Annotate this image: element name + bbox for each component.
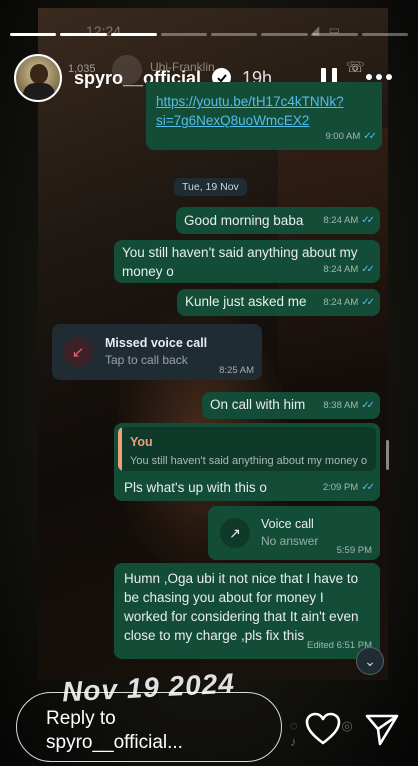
progress-segment — [110, 33, 157, 36]
read-ticks-icon: ✓✓ — [361, 215, 375, 226]
link-url-line1[interactable]: https://youtu.be/tH17c4kTNNk? — [156, 92, 372, 111]
chat-scrollbar[interactable] — [386, 440, 389, 470]
story-viewer: 12:24 ◢ ▭ 1,035 Ubi-Franklin ☏ spyro__of… — [0, 0, 418, 766]
progress-segment — [361, 33, 408, 36]
avatar-head — [30, 64, 48, 84]
heart-icon[interactable] — [305, 712, 341, 746]
message-text-line1: Humn ,Oga ubi it not nice that I have to — [124, 571, 359, 586]
quoted-message[interactable]: You You still haven't said anything abou… — [118, 427, 376, 471]
missed-call-message[interactable]: ↙ Missed voice call Tap to call back 8:2… — [52, 324, 262, 380]
message-meta: 9:00 AM ✓✓ — [325, 127, 377, 146]
message-time: 8:38 AM — [323, 400, 359, 411]
message-text: Pls what's up with this o — [124, 480, 267, 495]
message-bubble[interactable]: Humn ,Oga ubi it not nice that I have to… — [114, 563, 380, 659]
more-options-icon[interactable] — [366, 74, 392, 80]
read-ticks-icon: ✓✓ — [363, 131, 377, 142]
read-ticks-icon: ✓✓ — [361, 482, 375, 493]
reply-placeholder-line1: Reply to — [46, 708, 116, 729]
avatar-body — [23, 83, 55, 100]
progress-segment — [160, 33, 207, 36]
missed-call-icon: ↙ — [63, 337, 93, 367]
missed-call-subtitle[interactable]: Tap to call back — [105, 353, 188, 367]
reply-placeholder-line2: spyro__official... — [46, 732, 183, 753]
message-time: 8:24 AM — [323, 215, 359, 226]
missed-call-time: 8:25 AM — [219, 365, 254, 376]
date-chip: Tue, 19 Nov — [174, 178, 247, 196]
read-ticks-icon: ✓✓ — [361, 264, 375, 275]
message-time: 8:24 AM — [323, 297, 359, 308]
link-message[interactable]: https://youtu.be/tH17c4kTNNk? si=7g6NexQ… — [146, 82, 382, 150]
message-meta: 8:24 AM ✓✓ — [323, 260, 375, 279]
progress-segment — [261, 33, 308, 36]
message-time: 8:24 AM — [323, 264, 359, 275]
send-icon[interactable] — [364, 713, 400, 747]
reply-message[interactable]: You You still haven't said anything abou… — [114, 423, 380, 501]
story-progress — [10, 33, 408, 36]
reply-placeholder[interactable]: Reply to spyro__official... — [46, 707, 246, 755]
background-clock: 12:24 — [86, 23, 122, 39]
message-meta: 8:38 AM ✓✓ — [323, 396, 375, 415]
voice-call-message[interactable]: ↗ Voice call No answer 5:59 PM — [208, 506, 380, 560]
progress-segment — [211, 33, 258, 36]
missed-call-title: Missed voice call — [105, 336, 208, 350]
message-text-line2: be chasing you about for money I — [124, 590, 324, 605]
voice-call-icon: ↗ — [220, 518, 250, 548]
quoted-author: You — [130, 435, 153, 449]
progress-segment — [10, 33, 57, 36]
message-time: 2:09 PM — [322, 482, 359, 493]
progress-segment — [60, 33, 107, 36]
message-bubble[interactable]: Good morning baba 8:24 AM ✓✓ — [176, 207, 380, 234]
message-bubble[interactable]: On call with him 8:38 AM ✓✓ — [202, 392, 380, 419]
voice-call-subtitle: No answer — [261, 534, 319, 548]
background-call-icon: ☏ — [346, 59, 365, 76]
progress-segment — [311, 33, 358, 36]
quoted-text: You still haven't said anything about my… — [130, 455, 368, 467]
message-meta: 8:24 AM ✓✓ — [323, 293, 375, 312]
message-meta: 2:09 PM ✓✓ — [322, 478, 375, 497]
scroll-down-icon[interactable]: ⌄ — [356, 647, 384, 675]
voice-call-time: 5:59 PM — [336, 545, 372, 556]
message-meta: 8:24 AM ✓✓ — [323, 211, 375, 230]
message-bubble[interactable]: Kunle just asked me 8:24 AM ✓✓ — [177, 289, 380, 316]
message-text-line3: worked for considering that It ain't eve… — [124, 609, 359, 624]
message-time: 9:00 AM — [325, 131, 361, 142]
voice-call-title: Voice call — [261, 517, 314, 531]
quote-accent-bar — [118, 427, 122, 471]
read-ticks-icon: ✓✓ — [361, 297, 375, 308]
message-bubble[interactable]: You still haven't said anything about my… — [114, 240, 380, 283]
profile-avatar[interactable] — [14, 54, 62, 102]
read-ticks-icon: ✓✓ — [361, 400, 375, 411]
